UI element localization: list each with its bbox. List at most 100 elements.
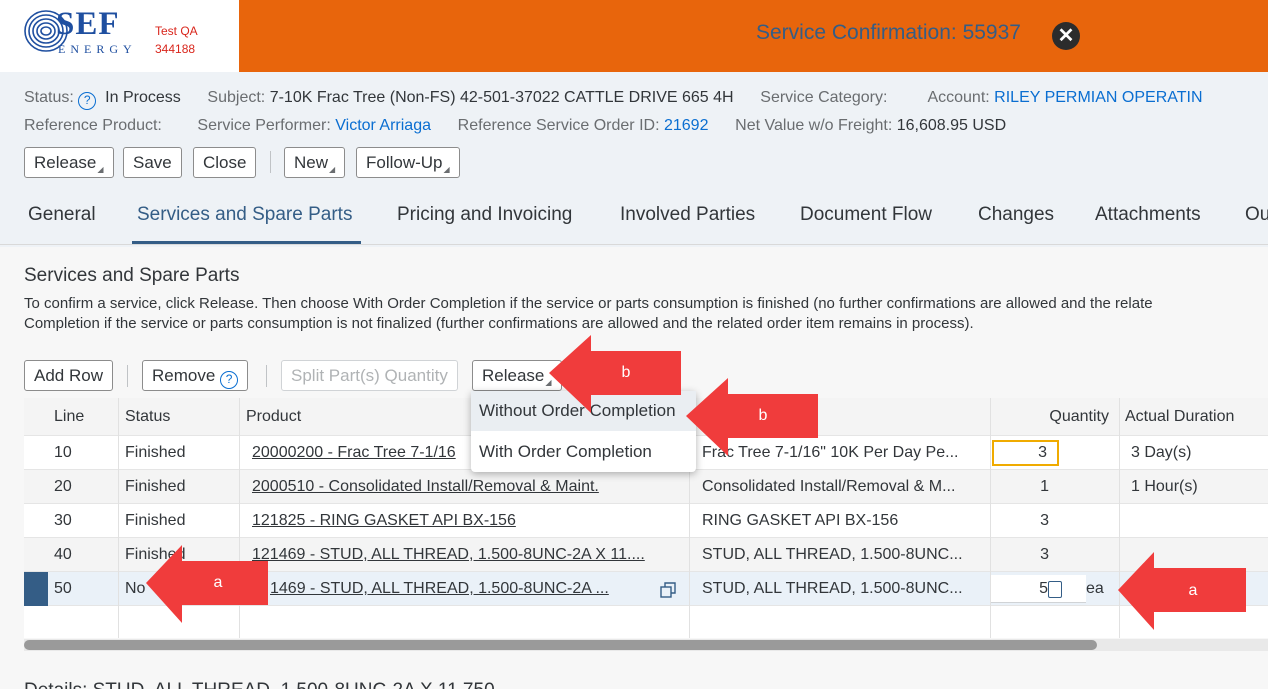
row-quantity[interactable]: 3 [991,538,1059,571]
row-description: RING GASKET API BX-156 [702,512,899,529]
logo-area: SEF ENERGY Test QA 344188 [0,0,239,72]
reference-product-label: Reference Product: [24,117,162,134]
row-status: Finished [125,478,186,495]
header-quantity[interactable]: Quantity [991,398,1114,435]
toolbar-separator [270,151,271,173]
release-button-label: Release [34,153,97,172]
row-status: Finished [125,444,186,461]
annotation-label-a: a [213,574,223,591]
table-row[interactable]: 30 Finished 121825 - RING GASKET API BX-… [24,504,1268,538]
menu-indicator-icon: ◢ [329,165,336,174]
section-description-line2: Completion if the service or parts consu… [24,315,974,332]
status-label: Status: [24,89,74,106]
logo-text: SEF [56,6,120,42]
environment-name: Test QA [155,24,198,38]
close-button-label: Close [203,153,247,172]
follow-up-button-label: Follow-Up [366,153,443,172]
table-release-label: Release [482,366,545,385]
header-actual-duration[interactable]: Actual Duration [1119,398,1264,435]
tab-overflow[interactable]: Ou [1245,204,1268,226]
quantity-input[interactable]: 3 [992,440,1059,466]
subject-label: Subject: [207,89,266,106]
split-parts-quantity-button[interactable]: Split Part(s) Quantity [281,360,458,391]
tab-general[interactable]: General [28,204,96,226]
scrollbar-thumb[interactable] [24,640,1097,650]
save-button[interactable]: Save [123,147,182,178]
table-row[interactable]: 20 Finished 2000510 - Consolidated Insta… [24,470,1268,504]
logo-subtext: ENERGY [58,42,137,56]
row-status: Finished [125,512,186,529]
column-divider [990,398,991,638]
row-selection-marker[interactable] [24,572,48,606]
close-button[interactable]: Close [193,147,257,178]
row-line: 10 [54,444,72,461]
menu-indicator-icon: ◢ [443,165,450,174]
menu-item-with-order-completion[interactable]: With Order Completion [471,432,696,472]
section-description-line1: To confirm a service, click Release. The… [24,295,1153,312]
account-link[interactable]: RILEY PERMIAN OPERATIN [994,89,1202,106]
environment-label: Test QA 344188 [155,22,198,58]
new-button[interactable]: New◢ [284,147,346,178]
tab-services-and-spare-parts[interactable]: Services and Spare Parts [137,204,352,226]
row-quantity[interactable]: 3 [991,504,1059,537]
quantity-value: 5 [1039,580,1048,597]
row-product-link[interactable]: 1469 - STUD, ALL THREAD, 1.500-8UNC-2A .… [264,572,654,605]
row-unit: ea [1086,580,1104,597]
save-button-label: Save [133,153,172,172]
page-title: Service Confirmation: 55937 [756,21,1021,44]
tab-involved-parties[interactable]: Involved Parties [620,204,755,226]
row-line: 40 [54,546,72,563]
row-description: STUD, ALL THREAD, 1.500-8UNC... [702,580,963,597]
calculator-icon[interactable] [1048,581,1062,598]
row-quantity[interactable]: 1 [991,470,1059,503]
column-divider [118,398,119,638]
row-duration: 1 Hour(s) [1131,478,1198,495]
net-value: 16,608.95 USD [896,117,1007,134]
row-product-link[interactable]: 2000510 - Consolidated Install/Removal &… [246,470,686,503]
tab-divider [0,244,1268,245]
annotation-label-b: b [758,407,768,424]
header-status[interactable]: Status [119,398,239,435]
service-performer-label: Service Performer: [197,117,331,134]
section-description: To confirm a service, click Release. The… [24,294,1268,334]
tab-pricing-and-invoicing[interactable]: Pricing and Invoicing [397,204,572,226]
service-performer-link[interactable]: Victor Arriaga [335,117,431,134]
environment-id: 344188 [155,42,196,56]
status-value: In Process [105,89,181,106]
status-help-icon[interactable]: ? [78,92,97,110]
reference-order-link[interactable]: 21692 [664,117,709,134]
account-label: Account: [927,89,990,106]
table-toolbar-separator [266,365,267,387]
service-category-label: Service Category: [760,89,888,106]
header-fields-line1: Status: ? In Process Subject: 7-10K Frac… [24,89,1203,110]
release-button[interactable]: Release◢ [24,147,114,178]
row-description: STUD, ALL THREAD, 1.500-8UNC... [702,546,963,563]
add-row-button[interactable]: Add Row [24,360,113,391]
menu-indicator-icon: ◢ [97,165,104,174]
new-button-label: New [294,153,329,172]
table-toolbar-separator [127,365,128,387]
tab-changes[interactable]: Changes [978,204,1054,226]
row-product-link[interactable]: 121825 - RING GASKET API BX-156 [246,504,686,537]
tab-document-flow[interactable]: Document Flow [800,204,932,226]
row-line: 50 [54,580,72,597]
close-icon[interactable]: ✕ [1052,22,1080,50]
subject-value: 7-10K Frac Tree (Non-FS) 42-501-37022 CA… [269,89,734,106]
details-title: Details: STUD, ALL THREAD, 1.500-8UNC-2A… [24,680,495,689]
remove-button[interactable]: Remove ? [142,360,249,391]
row-line: 30 [54,512,72,529]
row-duration: 3 Day(s) [1131,444,1192,461]
remove-label: Remove [152,366,216,385]
remove-help-icon[interactable]: ? [220,371,239,389]
reference-order-label: Reference Service Order ID: [457,117,660,134]
open-in-new-window-icon[interactable] [660,582,676,598]
quantity-input-editable[interactable]: 5 [991,575,1086,603]
follow-up-button[interactable]: Follow-Up◢ [356,147,460,178]
row-product-link[interactable]: 121469 - STUD, ALL THREAD, 1.500-8UNC-2A… [246,538,686,571]
row-line: 20 [54,478,72,495]
header-fields-line2: Reference Product: Service Performer: Vi… [24,117,1006,135]
row-description: Consolidated Install/Removal & M... [702,478,956,495]
add-row-label: Add Row [34,366,103,385]
tab-attachments[interactable]: Attachments [1095,204,1201,226]
net-value-label: Net Value w/o Freight: [735,117,893,134]
